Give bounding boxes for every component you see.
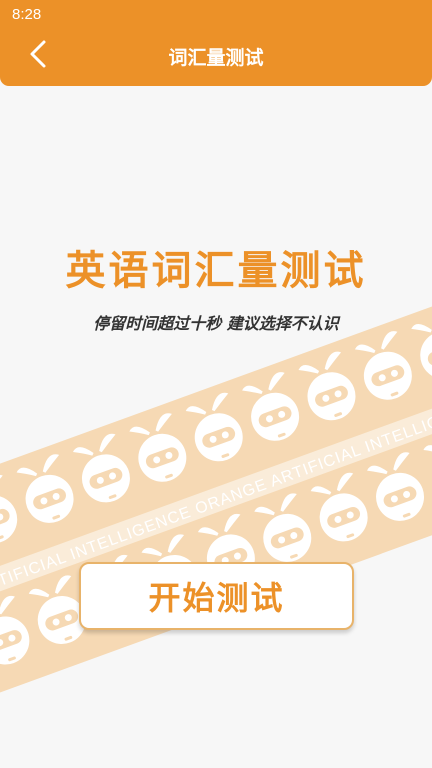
test-hint: 停留时间超过十秒 建议选择不认识 — [93, 314, 339, 333]
start-test-button[interactable]: 开始测试 — [79, 562, 354, 630]
orange-ai-banner: ORANGE ARTIFICIAL INTELLIGENCE ORANGE AR… — [0, 256, 432, 743]
test-title: 英语词汇量测试 — [65, 248, 367, 294]
